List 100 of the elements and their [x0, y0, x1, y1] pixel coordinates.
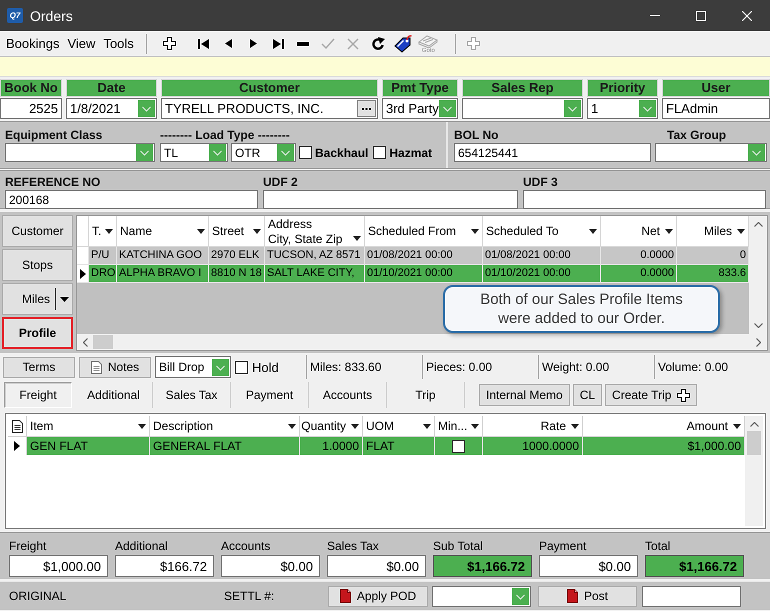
filter-arrow-icon[interactable]	[138, 424, 146, 428]
dropdown-field[interactable]: 1	[587, 98, 658, 119]
next-icon[interactable]	[250, 39, 257, 48]
filter-arrow-icon[interactable]	[105, 228, 113, 234]
column-header[interactable]: UOM	[363, 416, 435, 437]
column-header[interactable]: Quantity	[300, 416, 363, 437]
dropdown-field[interactable]: Bill Drop	[155, 356, 231, 378]
tab[interactable]: Freight	[4, 382, 72, 408]
panel-button[interactable]: Terms	[3, 356, 75, 378]
panel-button[interactable]: Apply POD	[328, 586, 428, 606]
sidebar-button[interactable]: Miles	[2, 283, 73, 315]
filter-arrow-icon[interactable]	[253, 228, 261, 234]
checkbox[interactable]	[299, 146, 312, 159]
panel-button[interactable]: Create Trip	[605, 384, 698, 406]
dropdown-field[interactable]	[432, 586, 531, 606]
dropdown-field[interactable]	[462, 98, 583, 119]
tag-icon[interactable]	[394, 34, 412, 52]
input-field[interactable]	[642, 586, 741, 606]
dropdown-field[interactable]: 1/8/2021	[66, 98, 157, 119]
lookup-field[interactable]: TYRELL PRODUCTS, INC.	[161, 98, 378, 119]
column-header[interactable]: Min...	[435, 416, 483, 437]
dropdown-field[interactable]: TL	[160, 143, 228, 162]
amount-field[interactable]: $0.00	[221, 555, 320, 577]
menu-item[interactable]: View	[63, 36, 100, 51]
amount-field[interactable]: $0.00	[327, 555, 426, 577]
table-row[interactable]: GEN FLAT GENERAL FLAT 1.0000 FLAT 1000.0000 $1,000.00	[8, 437, 745, 455]
table-row[interactable]: P/U KATCHINA GOO 2970 ELK TUCSON, AZ 8571 01/08/2021 00:00 01/08/2021 00:00 0.0000 0	[77, 247, 749, 265]
panel-button[interactable]: CL	[572, 384, 602, 406]
panel-button[interactable]: Post	[538, 586, 637, 606]
checkbox[interactable]	[452, 440, 465, 452]
input-field[interactable]: FLAdmin	[662, 98, 770, 119]
horizontal-scrollbar[interactable]	[77, 334, 767, 350]
vertical-scrollbar[interactable]	[749, 216, 767, 334]
maximize-icon[interactable]	[696, 10, 706, 20]
scroll-up-icon[interactable]	[754, 222, 762, 227]
tab[interactable]: Payment	[231, 382, 309, 408]
filter-arrow-icon[interactable]	[288, 424, 296, 428]
filter-arrow-icon[interactable]	[471, 228, 479, 234]
scroll-down-icon[interactable]	[754, 323, 762, 328]
input-field[interactable]: 200168	[5, 190, 258, 209]
sidebar-button[interactable]: Customer	[2, 215, 73, 247]
checkbox[interactable]	[235, 360, 248, 374]
tab[interactable]: Accounts	[309, 382, 387, 408]
filter-arrow-icon[interactable]	[665, 228, 673, 234]
filter-arrow-icon[interactable]	[351, 424, 359, 428]
column-header[interactable]: Name	[117, 216, 209, 247]
menu-item[interactable]: Tools	[99, 36, 138, 51]
dropdown-field[interactable]	[655, 143, 767, 162]
tab[interactable]: Additional	[75, 382, 153, 408]
caret-icon[interactable]	[60, 296, 69, 302]
scroll-up-icon[interactable]	[750, 422, 758, 427]
filter-arrow-icon[interactable]	[471, 424, 479, 428]
amount-field[interactable]: $1,166.72	[645, 555, 744, 577]
tab[interactable]: Sales Tax	[153, 382, 231, 408]
skip-back-icon[interactable]	[198, 38, 209, 48]
scroll-right-icon[interactable]	[756, 338, 761, 346]
sidebar-button[interactable]: Profile	[2, 317, 73, 349]
plus-icon[interactable]	[162, 37, 176, 50]
filter-arrow-icon[interactable]	[589, 228, 597, 234]
panel-button[interactable]: Notes	[79, 356, 151, 378]
table-row[interactable]: DRO ALPHA BRAVO I 8810 N 18 SALT LAKE CITY, 01/10/2021 00:00 01/10/2021 00:00 0.0000 833.6	[77, 265, 749, 283]
scroll-left-icon[interactable]	[83, 338, 88, 346]
column-header[interactable]: Scheduled To	[483, 216, 601, 247]
amount-field[interactable]: $1,000.00	[9, 555, 108, 577]
scroll-thumb[interactable]	[747, 431, 761, 455]
tab[interactable]: Trip	[387, 382, 465, 408]
input-field[interactable]: 2525	[0, 98, 62, 119]
column-header[interactable]: Description	[150, 416, 300, 437]
column-header[interactable]: T.	[89, 216, 117, 247]
more-icon[interactable]	[357, 100, 376, 117]
amount-field[interactable]: $1,166.72	[433, 555, 532, 577]
filter-arrow-icon[interactable]	[733, 424, 741, 428]
panel-button[interactable]: Internal Memo	[479, 384, 570, 406]
filter-arrow-icon[interactable]	[571, 424, 579, 428]
dropdown-field[interactable]: OTR	[231, 143, 296, 162]
filter-arrow-icon[interactable]	[737, 228, 745, 234]
column-header[interactable]: Scheduled From	[365, 216, 483, 247]
previous-icon[interactable]	[224, 39, 232, 48]
column-header[interactable]: Miles	[677, 216, 749, 247]
column-header[interactable]: Item	[27, 416, 150, 437]
filter-arrow-icon[interactable]	[353, 236, 361, 241]
checkbox[interactable]	[373, 146, 386, 159]
document-icon[interactable]	[12, 420, 22, 432]
dropdown-field[interactable]	[5, 143, 155, 162]
dropdown-field[interactable]: 3rd Party	[382, 98, 458, 119]
amount-field[interactable]: $0.00	[539, 555, 638, 577]
close-icon[interactable]	[742, 10, 752, 20]
skip-forward-icon[interactable]	[272, 38, 284, 48]
vertical-scrollbar[interactable]	[745, 416, 763, 526]
column-header[interactable]: Amount	[583, 416, 745, 437]
filter-arrow-icon[interactable]	[197, 228, 205, 234]
input-field[interactable]	[263, 190, 518, 209]
scroll-thumb[interactable]	[93, 335, 113, 349]
menu-item[interactable]: Bookings	[2, 36, 64, 51]
column-header[interactable]: Address City, State Zip	[265, 216, 365, 247]
refresh-icon[interactable]	[372, 37, 385, 50]
input-field[interactable]	[523, 190, 766, 209]
filter-arrow-icon[interactable]	[423, 424, 431, 428]
column-header[interactable]: Rate	[483, 416, 583, 437]
minus-icon[interactable]	[297, 42, 310, 46]
